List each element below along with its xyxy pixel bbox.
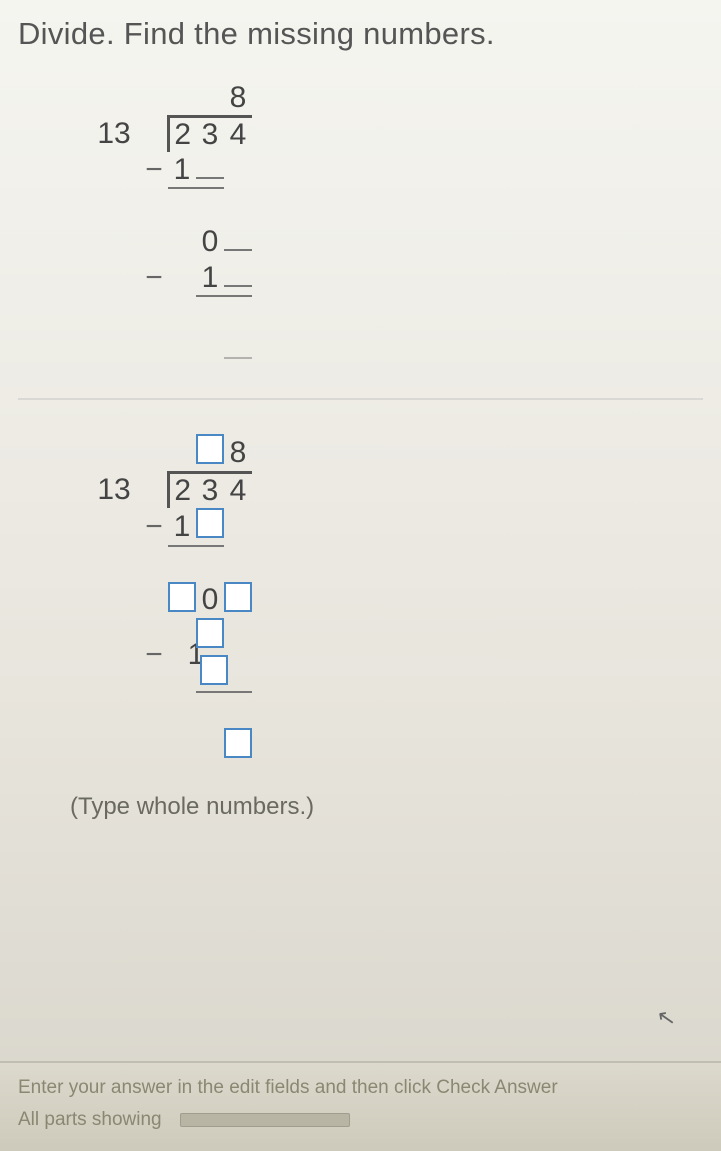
section-divider — [18, 398, 703, 400]
instruction-text: Divide. Find the missing numbers. — [18, 16, 703, 52]
step3-input-1[interactable] — [196, 618, 224, 648]
dividend2-d3: 4 — [224, 472, 252, 508]
divisor-2: 13 — [88, 472, 140, 508]
divisor: 13 — [88, 116, 140, 152]
cursor-icon: ↖ — [654, 1004, 677, 1033]
step2-input-right[interactable] — [224, 582, 252, 612]
type-hint: (Type whole numbers.) — [70, 793, 703, 821]
footer-status: All parts showing — [18, 1109, 162, 1131]
step1-value: 1 — [168, 152, 196, 188]
remainder-input[interactable] — [224, 728, 252, 758]
step3-input-2[interactable] — [200, 655, 228, 685]
division-example: 8 13 2 3 4 − 1 0 — [88, 80, 703, 368]
dividend-d3: 4 — [224, 116, 252, 152]
step2-value: 0 — [196, 224, 224, 260]
p2-step1-val: 1 — [168, 508, 196, 546]
step1-input[interactable] — [196, 508, 224, 538]
dividend-d1: 2 — [168, 116, 196, 152]
dividend2-d2: 3 — [196, 472, 224, 508]
minus-sign-2: − — [140, 260, 168, 296]
dividend2-d1: 2 — [168, 472, 196, 508]
step3-value: 1 — [196, 260, 224, 296]
quotient-digit: 8 — [224, 80, 252, 116]
quotient-known: 8 — [224, 434, 252, 472]
dividend-d2: 3 — [196, 116, 224, 152]
footer-bar: Enter your answer in the edit fields and… — [0, 1061, 721, 1151]
minus-sign-3: − — [140, 508, 168, 546]
quotient-input-1[interactable] — [196, 434, 224, 464]
minus-sign: − — [140, 152, 168, 188]
division-interactive: 8 13 2 3 4 − 1 0 — [88, 434, 703, 765]
p2-step2-bring: 0 — [196, 582, 224, 619]
progress-bar — [180, 1113, 350, 1127]
minus-sign-4: − — [140, 618, 168, 692]
footer-instruction: Enter your answer in the edit fields and… — [18, 1077, 703, 1099]
step2-input-left[interactable] — [168, 582, 196, 612]
